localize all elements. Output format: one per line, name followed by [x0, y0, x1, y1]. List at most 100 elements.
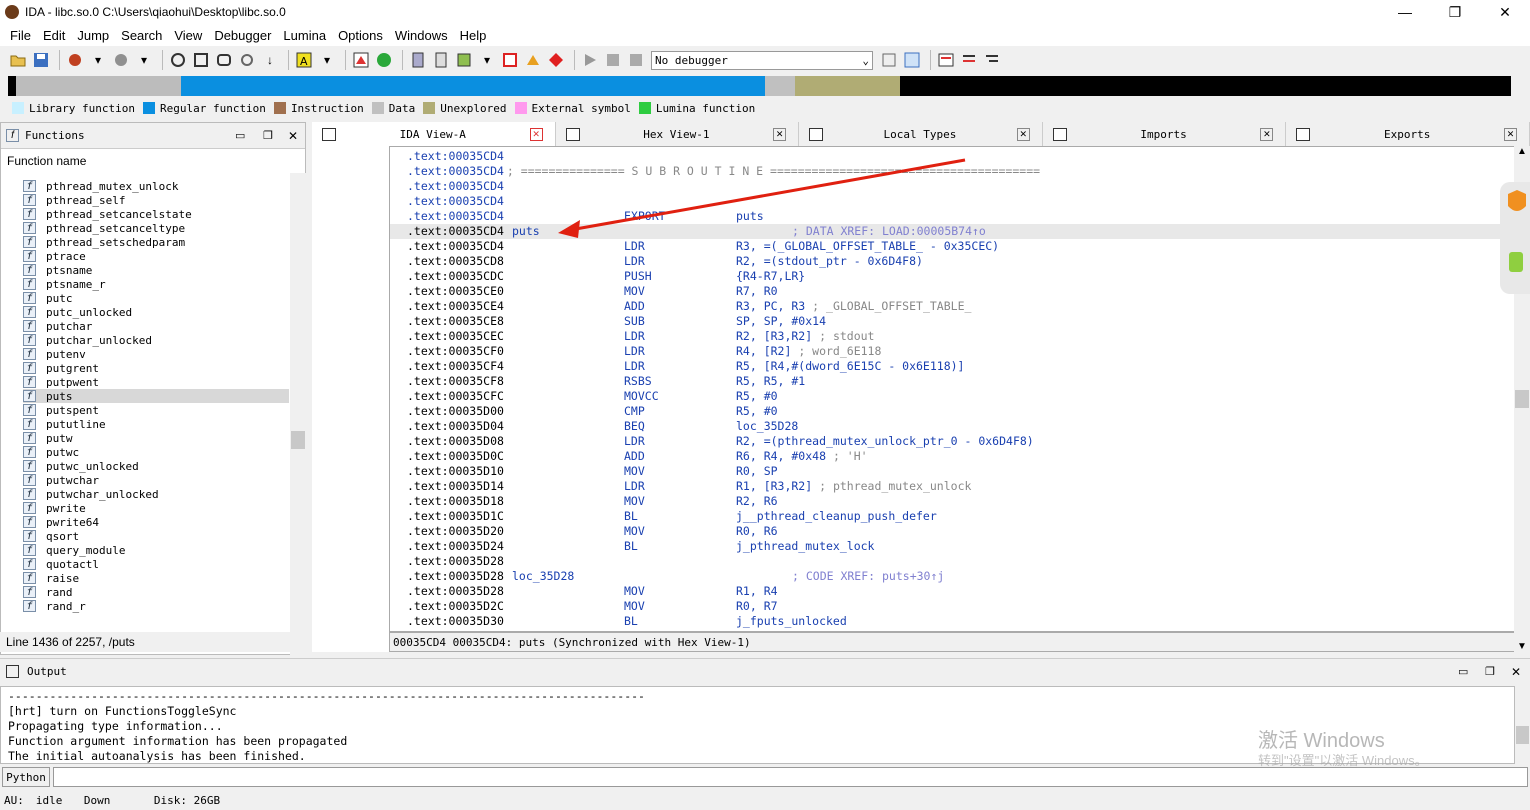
function-list-item[interactable]: f pututline — [23, 417, 289, 431]
listing-line[interactable]: .text:00035CFC MOVCC R5, #0 — [390, 389, 1500, 404]
menu-help[interactable]: Help — [454, 28, 493, 43]
close-tab-icon[interactable]: ✕ — [529, 127, 543, 141]
operands[interactable]: R0, R6 — [736, 524, 778, 538]
menu-edit[interactable]: Edit — [37, 28, 71, 43]
listing-line[interactable]: .text:00035D00 CMP R5, #0 — [390, 404, 1500, 419]
function-list-item[interactable]: f pthread_setcanceltype — [23, 221, 289, 235]
tab-hex-view-1[interactable]: Hex View-1 ✕ — [555, 122, 800, 146]
operands[interactable]: {R4-R7,LR} — [736, 269, 805, 283]
scroll-thumb[interactable] — [291, 431, 305, 449]
pause-icon[interactable] — [603, 50, 623, 70]
function-list-item[interactable]: f putwc — [23, 445, 289, 459]
scroll-down-icon[interactable]: ▼ — [1514, 641, 1530, 652]
listing-line[interactable]: .text:00035D04 BEQ loc_35D28 — [390, 419, 1500, 434]
operands[interactable]: R1, [R3,R2] ; pthread_mutex_unlock — [736, 479, 971, 493]
tab-exports[interactable]: Exports ✕ — [1286, 122, 1530, 146]
float-panel-icon[interactable]: ❐ — [1485, 665, 1495, 678]
listing-line[interactable]: .text:00035D24 BL j_pthread_mutex_lock — [390, 539, 1500, 554]
operands[interactable]: SP, SP, #0x14 — [736, 314, 826, 328]
menu-jump[interactable]: Jump — [71, 28, 115, 43]
function-list-item[interactable]: f putgrent — [23, 361, 289, 375]
tab-imports[interactable]: Imports ✕ — [1042, 122, 1287, 146]
listing-line[interactable]: .text:00035CE0 MOV R7, R0 — [390, 284, 1500, 299]
listing-line[interactable]: .text:00035D0C ADD R6, R4, #0x48 ; 'H' — [390, 449, 1500, 464]
listing-line[interactable]: .text:00035D28 — [390, 554, 1500, 569]
function-list-item[interactable]: f putspent — [23, 403, 289, 417]
operands[interactable]: loc_35D28 — [736, 419, 798, 433]
dropdown-arrow-icon[interactable]: ▾ — [88, 50, 108, 70]
listing-line[interactable]: .text:00035CF8 RSBS R5, R5, #1 — [390, 374, 1500, 389]
menu-options[interactable]: Options — [332, 28, 389, 43]
function-list-item[interactable]: f putchar_unlocked — [23, 333, 289, 347]
jump-down-icon[interactable]: ↓ — [260, 50, 280, 70]
operands[interactable]: R0, R7 — [736, 599, 778, 613]
listing-line[interactable]: .text:00035D2C MOV R0, R7 — [390, 599, 1500, 614]
sync-icon[interactable] — [902, 50, 922, 70]
menu-view[interactable]: View — [168, 28, 208, 43]
play-icon[interactable] — [580, 50, 600, 70]
operands[interactable]: R5, [R4,#(dword_6E15C - 0x6E118)] — [736, 359, 964, 373]
listing-line[interactable]: .text:00035D08 LDR R2, =(pthread_mutex_unl… — [390, 434, 1500, 449]
function-list-item[interactable]: f putenv — [23, 347, 289, 361]
tab-ida-view-a[interactable]: IDA View-A ✕ — [312, 122, 556, 146]
listing-line[interactable]: .text:00035CDC PUSH {R4-R7,LR} — [390, 269, 1500, 284]
tree-list-icon[interactable] — [982, 50, 1002, 70]
float-panel-icon[interactable]: ❐ — [263, 129, 273, 142]
function-list-item[interactable]: f rand — [23, 585, 289, 599]
function-list-item[interactable]: f putc — [23, 291, 289, 305]
listing-line[interactable]: .text:00035D14 LDR R1, [R3,R2] ; pthread_m… — [390, 479, 1500, 494]
operands[interactable]: R2, [R3,R2] ; stdout — [736, 329, 874, 343]
listing-line[interactable]: .text:00035D10 MOV R0, SP — [390, 464, 1500, 479]
listing-line[interactable]: .text:00035D28 loc_35D28 ; CODE XREF: puts… — [390, 569, 1500, 584]
function-list-item[interactable]: f ptrace — [23, 249, 289, 263]
tab-local-types[interactable]: Local Types ✕ — [799, 122, 1043, 146]
operands[interactable]: R6, R4, #0x48 ; 'H' — [736, 449, 868, 463]
function-list-item[interactable]: f putwc_unlocked — [23, 459, 289, 473]
struct-icon[interactable] — [454, 50, 474, 70]
function-list-item[interactable]: f pthread_mutex_unlock — [23, 179, 289, 193]
maximize-panel-icon[interactable]: ▭ — [235, 129, 245, 142]
function-list-item[interactable]: f raise — [23, 571, 289, 585]
options-list-icon[interactable] — [959, 50, 979, 70]
function-list-item[interactable]: f rand_r — [23, 599, 289, 613]
function-list-item[interactable]: f putchar — [23, 319, 289, 333]
binary-search-icon[interactable] — [168, 50, 188, 70]
function-list-item[interactable]: f ptsname_r — [23, 277, 289, 291]
listing-line[interactable]: .text:00035CF0 LDR R4, [R2] ; word_6E118 — [390, 344, 1500, 359]
close-button[interactable]: ✕ — [1480, 0, 1530, 24]
function-name-column-header[interactable]: Function name — [1, 149, 305, 171]
listing-line[interactable]: .text:00035CF4 LDR R5, [R4,#(dword_6E15C -… — [390, 359, 1500, 374]
maximize-button[interactable]: ❐ — [1430, 0, 1480, 24]
dropdown-arrow-icon[interactable]: ▾ — [317, 50, 337, 70]
operands[interactable]: j_fputs_unlocked — [736, 614, 847, 628]
operands[interactable]: R7, R0 — [736, 284, 778, 298]
text-color-icon[interactable]: A — [294, 50, 314, 70]
text-search-icon[interactable] — [191, 50, 211, 70]
patch-icon[interactable] — [523, 50, 543, 70]
operands[interactable]: R0, SP — [736, 464, 778, 478]
listing-line[interactable]: .text:00035D1C BL j__pthread_cleanup_push_… — [390, 509, 1500, 524]
operands[interactable]: R2, =(pthread_mutex_unlock_ptr_0 - 0x6D4… — [736, 434, 1034, 448]
globe-icon[interactable] — [374, 50, 394, 70]
function-list-item[interactable]: f pthread_setcancelstate — [23, 207, 289, 221]
function-list-item[interactable]: f putwchar_unlocked — [23, 487, 289, 501]
minimize-button[interactable]: — — [1380, 0, 1430, 24]
shield-badge-icon[interactable] — [1500, 182, 1530, 294]
menu-debugger[interactable]: Debugger — [208, 28, 277, 43]
vertical-scrollbar[interactable] — [290, 173, 306, 657]
listing-line[interactable]: .text:00035CEC LDR R2, [R3,R2] ; stdout — [390, 329, 1500, 344]
function-list-item[interactable]: f pthread_setschedparam — [23, 235, 289, 249]
sequence-search-icon[interactable] — [237, 50, 257, 70]
operands[interactable]: R1, R4 — [736, 584, 778, 598]
menu-search[interactable]: Search — [115, 28, 168, 43]
operands[interactable]: j__pthread_cleanup_push_defer — [736, 509, 937, 523]
listing-line[interactable]: .text:00035D28 MOV R1, R4 — [390, 584, 1500, 599]
code-label[interactable]: loc_35D28 — [512, 569, 574, 583]
function-list-item[interactable]: f pwrite — [23, 501, 289, 515]
decompile-icon[interactable] — [879, 50, 899, 70]
close-tab-icon[interactable]: ✕ — [1503, 127, 1517, 141]
open-folder-icon[interactable] — [8, 50, 28, 70]
function-list-item[interactable]: f qsort — [23, 529, 289, 543]
listing-line[interactable]: .text:00035CE8 SUB SP, SP, #0x14 — [390, 314, 1500, 329]
function-list-item[interactable]: f pwrite64 — [23, 515, 289, 529]
